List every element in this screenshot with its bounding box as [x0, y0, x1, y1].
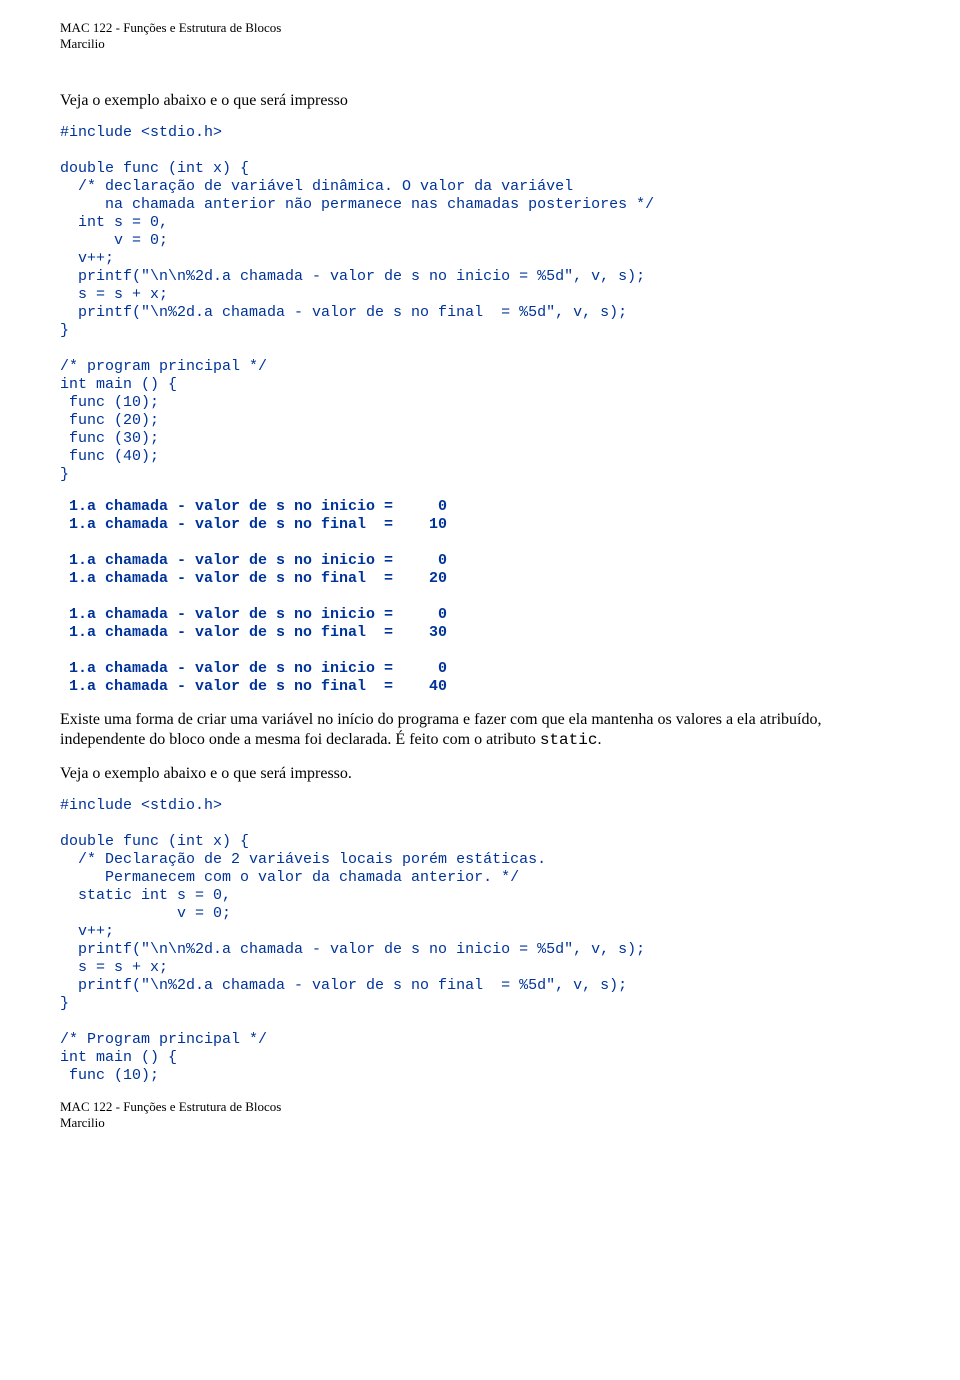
footer-course: MAC 122 - Funções e Estrutura de Blocos — [60, 1099, 900, 1115]
static-keyword: static — [540, 731, 598, 749]
para-2a: Existe uma forma de criar uma variável n… — [60, 711, 821, 747]
output-block-1: 1.a chamada - valor de s no inicio = 0 1… — [60, 498, 900, 696]
header-author: Marcilio — [60, 36, 900, 52]
header-course: MAC 122 - Funções e Estrutura de Blocos — [60, 20, 900, 36]
footer-author: Marcilio — [60, 1115, 900, 1131]
intro-text-1: Veja o exemplo abaixo e o que será impre… — [60, 91, 900, 110]
code-block-2: #include <stdio.h> double func (int x) {… — [60, 797, 900, 1085]
page-footer: MAC 122 - Funções e Estrutura de Blocos … — [60, 1099, 900, 1130]
page-header: MAC 122 - Funções e Estrutura de Blocos … — [60, 20, 900, 51]
code-block-1: #include <stdio.h> double func (int x) {… — [60, 124, 900, 484]
paragraph-static: Existe uma forma de criar uma variável n… — [60, 710, 900, 749]
intro-text-2: Veja o exemplo abaixo e o que será impre… — [60, 764, 900, 783]
para-2c: . — [597, 731, 601, 748]
